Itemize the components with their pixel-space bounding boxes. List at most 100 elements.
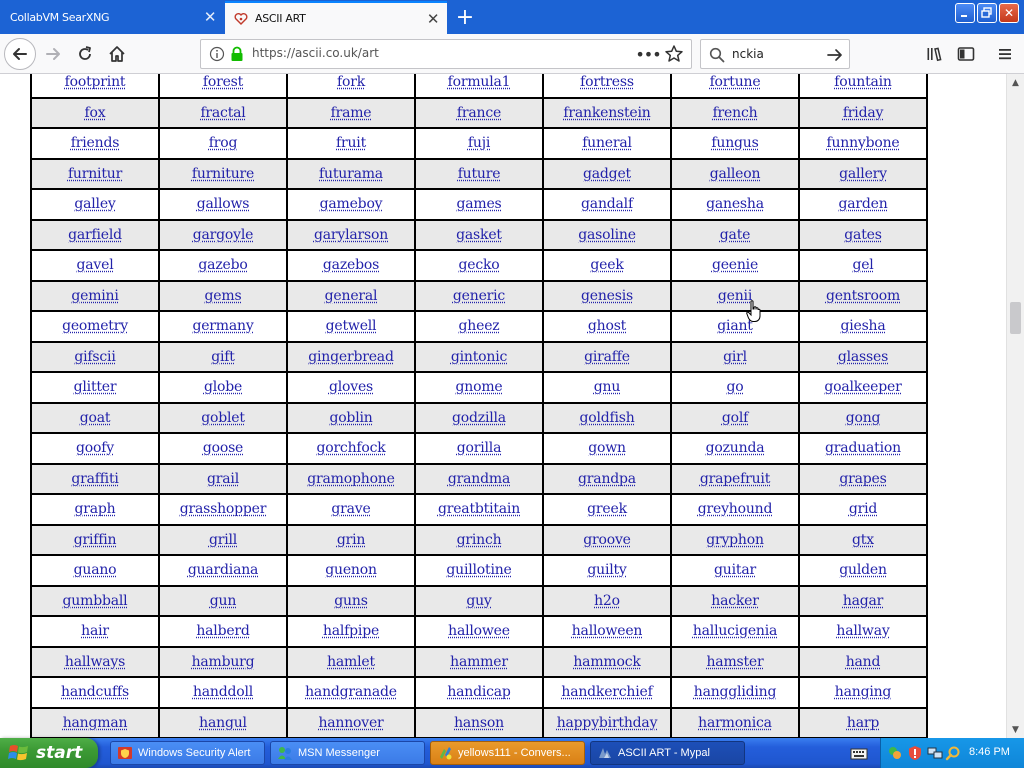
category-link[interactable]: fortune bbox=[710, 74, 761, 90]
category-link[interactable]: gnome bbox=[456, 379, 503, 395]
category-link[interactable]: gazebo bbox=[198, 257, 247, 273]
category-link[interactable]: gecko bbox=[458, 257, 499, 273]
category-link[interactable]: gryphon bbox=[706, 532, 764, 548]
category-link[interactable]: hangul bbox=[199, 715, 247, 731]
category-link[interactable]: halfpipe bbox=[323, 623, 379, 639]
category-link[interactable]: gifscii bbox=[74, 349, 115, 365]
category-link[interactable]: gentsroom bbox=[826, 288, 900, 304]
category-link[interactable]: gingerbread bbox=[308, 349, 393, 365]
category-link[interactable]: france bbox=[457, 105, 501, 121]
reload-icon[interactable] bbox=[70, 39, 100, 69]
category-link[interactable]: grapes bbox=[839, 471, 886, 487]
category-link[interactable]: glasses bbox=[838, 349, 888, 365]
category-link[interactable]: hacker bbox=[711, 593, 758, 609]
category-link[interactable]: gown bbox=[588, 440, 626, 456]
category-link[interactable]: goofy bbox=[76, 440, 114, 456]
category-link[interactable]: hammock bbox=[573, 654, 640, 670]
category-link[interactable]: guilty bbox=[587, 562, 626, 578]
category-link[interactable]: guy bbox=[466, 593, 491, 609]
category-link[interactable]: hallways bbox=[65, 654, 125, 670]
category-link[interactable]: fruit bbox=[336, 135, 366, 151]
category-link[interactable]: gandalf bbox=[581, 196, 633, 212]
search-bar[interactable] bbox=[700, 39, 850, 69]
category-link[interactable]: future bbox=[458, 166, 501, 182]
forward-arrow-icon[interactable] bbox=[38, 39, 68, 69]
category-link[interactable]: glitter bbox=[74, 379, 117, 395]
category-link[interactable]: galley bbox=[74, 196, 115, 212]
category-link[interactable]: gong bbox=[846, 410, 881, 426]
category-link[interactable]: frame bbox=[331, 105, 372, 121]
category-link[interactable]: funnybone bbox=[826, 135, 899, 151]
new-tab-plus-icon[interactable]: + bbox=[450, 4, 480, 30]
taskbar-item-ascii-art-mypal[interactable]: ASCII ART - Mypal bbox=[590, 741, 745, 765]
category-link[interactable]: gorchfock bbox=[316, 440, 385, 456]
category-link[interactable]: guardiana bbox=[188, 562, 258, 578]
category-link[interactable]: fungus bbox=[711, 135, 758, 151]
category-link[interactable]: guano bbox=[74, 562, 117, 578]
category-link[interactable]: gadget bbox=[583, 166, 631, 182]
category-link[interactable]: giesha bbox=[840, 318, 885, 334]
category-link[interactable]: gtx bbox=[852, 532, 874, 548]
category-link[interactable]: handicap bbox=[447, 684, 510, 700]
category-link[interactable]: hannover bbox=[318, 715, 383, 731]
page-actions-ellipsis-icon[interactable]: ••• bbox=[637, 43, 659, 65]
category-link[interactable]: grandpa bbox=[578, 471, 636, 487]
category-link[interactable]: gates bbox=[844, 227, 881, 243]
category-link[interactable]: geenie bbox=[712, 257, 758, 273]
search-go-arrow-icon[interactable] bbox=[826, 46, 844, 64]
category-link[interactable]: garylarson bbox=[314, 227, 388, 243]
back-arrow-icon[interactable] bbox=[4, 38, 36, 70]
category-link[interactable]: french bbox=[713, 105, 758, 121]
search-input[interactable] bbox=[732, 45, 822, 63]
category-link[interactable]: gun bbox=[210, 593, 236, 609]
category-link[interactable]: hand bbox=[846, 654, 881, 670]
category-link[interactable]: geometry bbox=[62, 318, 128, 334]
category-link[interactable]: gameboy bbox=[320, 196, 383, 212]
keyboard-layout-icon[interactable] bbox=[850, 746, 868, 760]
category-link[interactable]: friday bbox=[843, 105, 883, 121]
category-link[interactable]: hanging bbox=[835, 684, 891, 700]
security-shield-icon[interactable] bbox=[907, 745, 923, 761]
tab-collabvm-searxng[interactable]: CollabVM SearXNG ✕ bbox=[0, 2, 224, 32]
tab-ascii-art[interactable]: ASCII ART ✕ bbox=[225, 1, 447, 34]
category-link[interactable]: general bbox=[325, 288, 378, 304]
category-link[interactable]: formula1 bbox=[448, 74, 511, 90]
category-link[interactable]: generic bbox=[453, 288, 505, 304]
category-link[interactable]: gozunda bbox=[706, 440, 765, 456]
category-link[interactable]: hamburg bbox=[192, 654, 255, 670]
category-link[interactable]: gallows bbox=[197, 196, 249, 212]
category-link[interactable]: hangman bbox=[63, 715, 128, 731]
category-link[interactable]: fork bbox=[337, 74, 365, 90]
category-link[interactable]: greatbtitain bbox=[438, 501, 520, 517]
taskbar-item-msn-messenger[interactable]: MSN Messenger bbox=[270, 741, 425, 765]
category-link[interactable]: handcuffs bbox=[61, 684, 129, 700]
close-icon[interactable]: ✕ bbox=[198, 5, 222, 29]
category-link[interactable]: forest bbox=[203, 74, 243, 90]
category-link[interactable]: giraffe bbox=[584, 349, 630, 365]
category-link[interactable]: goat bbox=[80, 410, 111, 426]
category-link[interactable]: fountain bbox=[834, 74, 892, 90]
category-link[interactable]: groove bbox=[583, 532, 631, 548]
close-icon[interactable]: ✕ bbox=[421, 7, 445, 31]
category-link[interactable]: hamster bbox=[706, 654, 763, 670]
category-link[interactable]: futurama bbox=[319, 166, 383, 182]
category-link[interactable]: gavel bbox=[77, 257, 114, 273]
sidebar-toggle-icon[interactable] bbox=[951, 39, 981, 69]
category-link[interactable]: handdoll bbox=[193, 684, 253, 700]
category-link[interactable]: greyhound bbox=[698, 501, 773, 517]
category-link[interactable]: germany bbox=[192, 318, 253, 334]
category-link[interactable]: furniture bbox=[192, 166, 254, 182]
category-link[interactable]: goose bbox=[203, 440, 243, 456]
info-icon[interactable] bbox=[209, 46, 225, 62]
category-link[interactable]: hallowee bbox=[448, 623, 510, 639]
network-icon[interactable] bbox=[927, 745, 943, 761]
category-link[interactable]: gasket bbox=[456, 227, 502, 243]
category-link[interactable]: gift bbox=[211, 349, 234, 365]
category-link[interactable]: gheez bbox=[459, 318, 500, 334]
category-link[interactable]: gumbball bbox=[63, 593, 128, 609]
category-link[interactable]: hagar bbox=[843, 593, 883, 609]
category-link[interactable]: grasshopper bbox=[180, 501, 267, 517]
category-link[interactable]: godzilla bbox=[452, 410, 506, 426]
category-link[interactable]: grin bbox=[337, 532, 365, 548]
category-link[interactable]: gramophone bbox=[307, 471, 394, 487]
